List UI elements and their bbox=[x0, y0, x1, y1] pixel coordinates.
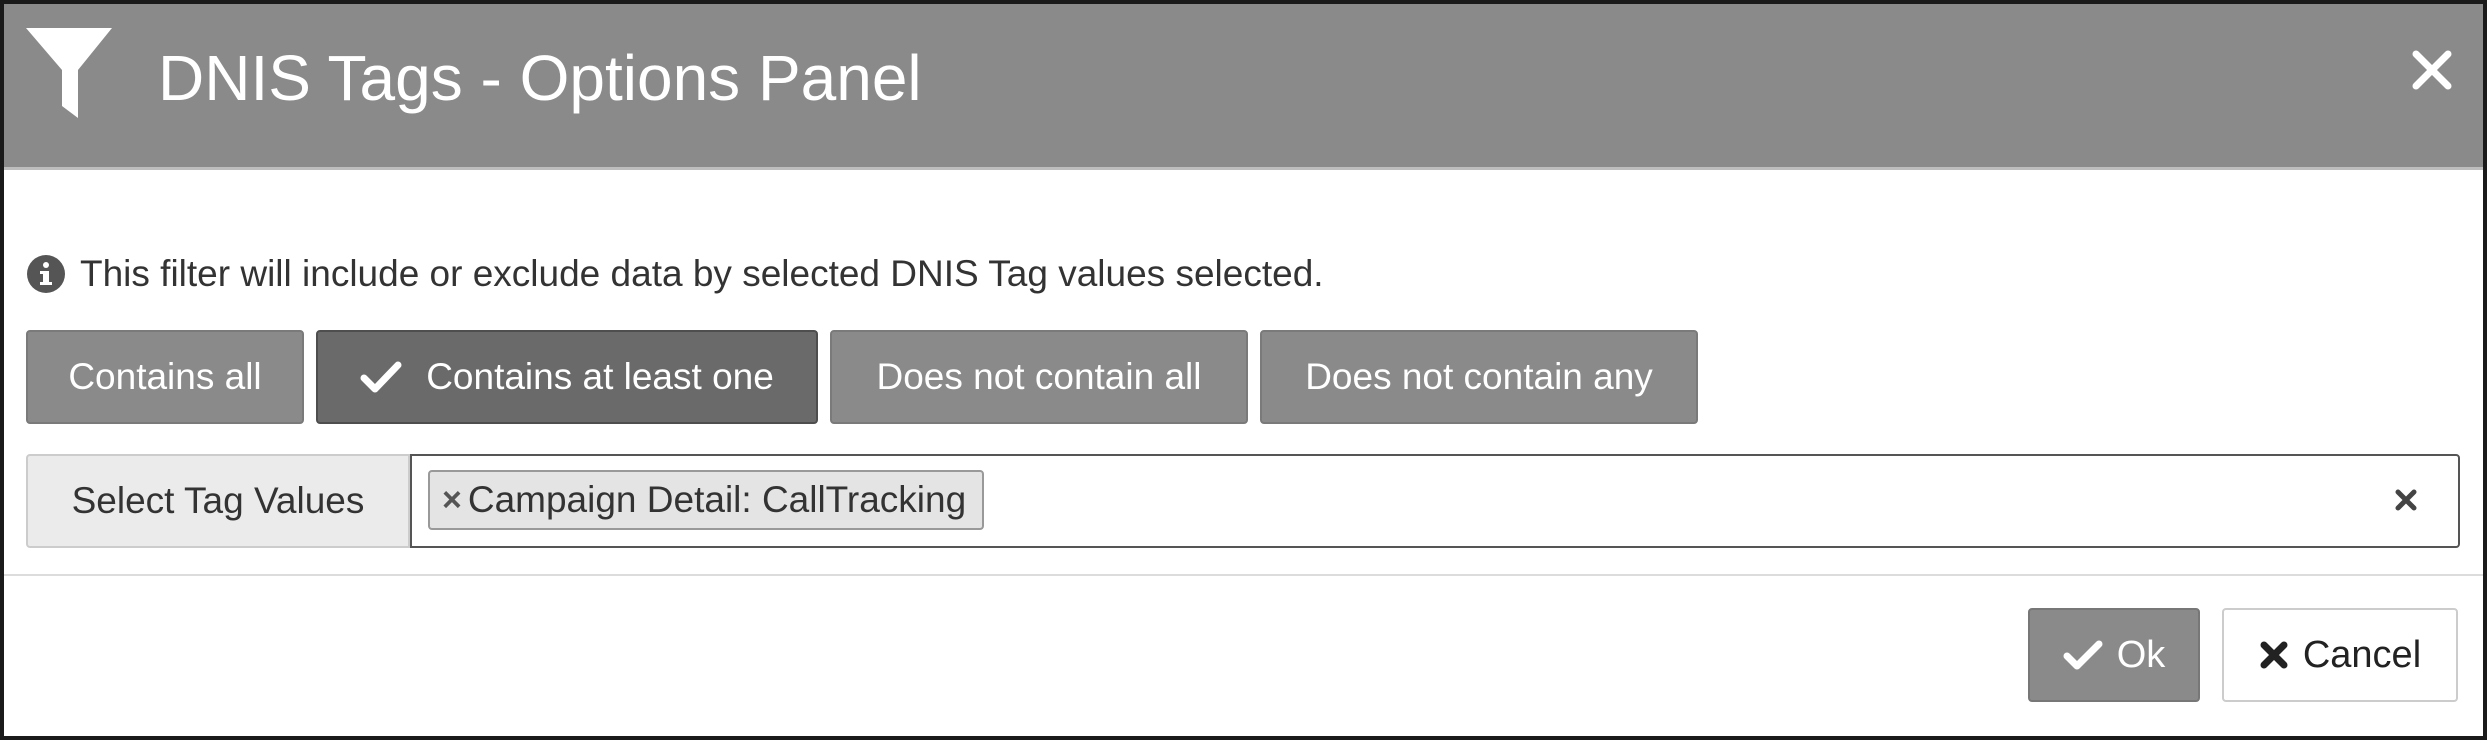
close-icon[interactable] bbox=[2404, 42, 2460, 98]
tag-select-row: Select Tag Values × Campaign Detail: Cal… bbox=[26, 454, 2460, 548]
mode-button-label: Contains all bbox=[68, 356, 262, 397]
filter-icon bbox=[26, 28, 112, 118]
cancel-button-label: Cancel bbox=[2302, 633, 2422, 676]
info-message: This filter will include or exclude data… bbox=[26, 250, 1324, 298]
mode-button-group: Contains all Contains at least one Does … bbox=[26, 330, 1698, 426]
ok-button[interactable]: Ok bbox=[2028, 608, 2200, 702]
mode-button-does-not-contain-any[interactable]: Does not contain any bbox=[1260, 330, 1698, 424]
chip-label: Campaign Detail: CallTracking bbox=[467, 479, 967, 520]
tag-select-label: Select Tag Values bbox=[26, 454, 410, 548]
mode-button-does-not-contain-all[interactable]: Does not contain all bbox=[830, 330, 1248, 424]
footer-divider bbox=[4, 574, 2483, 576]
info-text: This filter will include or exclude data… bbox=[80, 253, 1324, 294]
check-icon bbox=[2063, 640, 2103, 670]
dialog-title: DNIS Tags - Options Panel bbox=[158, 42, 922, 114]
options-dialog: DNIS Tags - Options Panel This filter wi… bbox=[0, 0, 2487, 740]
selected-tag-chip: × Campaign Detail: CallTracking bbox=[428, 470, 985, 530]
mode-button-label: Does not contain all bbox=[876, 356, 1202, 397]
clear-icon[interactable] bbox=[2388, 482, 2424, 518]
mode-button-contains-all[interactable]: Contains all bbox=[26, 330, 304, 424]
ok-button-label: Ok bbox=[2116, 633, 2166, 676]
check-icon bbox=[360, 361, 402, 393]
info-icon bbox=[27, 255, 65, 293]
mode-button-label: Contains at least one bbox=[426, 356, 774, 397]
dialog-header: DNIS Tags - Options Panel bbox=[4, 4, 2483, 170]
close-icon bbox=[2260, 641, 2288, 669]
mode-button-label: Does not contain any bbox=[1305, 356, 1653, 397]
cancel-button[interactable]: Cancel bbox=[2222, 608, 2458, 702]
tag-select-input[interactable]: × Campaign Detail: CallTracking bbox=[410, 454, 2460, 548]
chip-remove-icon[interactable]: × bbox=[442, 481, 462, 520]
mode-button-contains-at-least-one[interactable]: Contains at least one bbox=[316, 330, 818, 424]
